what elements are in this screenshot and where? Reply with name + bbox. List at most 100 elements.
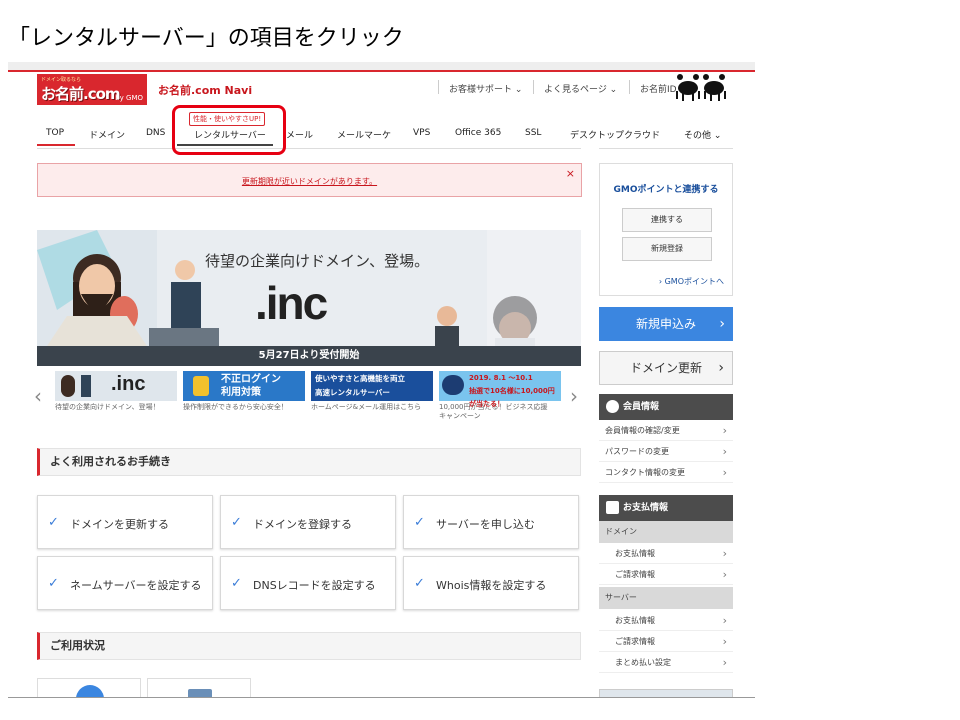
payment-item[interactable]: お支払情報 › — [599, 543, 733, 564]
procedure-label: Whois情報を設定する — [436, 579, 547, 592]
logo-gmo: by GMO — [115, 94, 143, 102]
divider — [629, 80, 630, 94]
slide-title: 「レンタルサーバー」の項目をクリック — [8, 26, 404, 51]
frequent-procedures-heading: よく利用されるお手続き — [37, 448, 581, 476]
new-application-button[interactable]: 新規申込み › — [599, 307, 733, 341]
frequent-pages-menu[interactable]: よく見るページ ⌄ — [544, 82, 617, 95]
thumb-rental-server[interactable]: 使いやすさと高機能を両立 高速レンタルサーバー ホームページ&メール運用はこちら — [311, 371, 433, 412]
thumb-login-caption: 操作制限ができるから安心安全！ — [183, 403, 288, 411]
usage-status-heading: ご利用状況 — [37, 632, 581, 660]
check-icon: ✓ — [231, 515, 242, 530]
nav-active-indicator — [37, 144, 75, 146]
domain-renewal-button[interactable]: ドメイン更新 › — [599, 351, 733, 385]
chevron-right-icon: › — [722, 424, 727, 437]
banner-carousel: .inc 待望の企業向けドメイン、登場！ 不正ログイン 利用対策 操作制限ができ… — [37, 371, 581, 431]
procedure-register-domain[interactable]: ✓ ドメインを登録する — [220, 495, 396, 549]
gmo-register-button[interactable]: 新規登録 — [622, 237, 712, 261]
payment-item[interactable]: お支払情報 › — [599, 610, 733, 631]
thumb-campaign[interactable]: 2019. 8.1 〜10.1 抽選で10名様に10,000円が当たる！ 10,… — [439, 371, 561, 421]
nav-other[interactable]: その他 ⌄ — [684, 128, 721, 141]
member-item-label: パスワードの変更 — [605, 447, 669, 456]
procedure-label: ネームサーバーを設定する — [70, 579, 202, 592]
gmo-point-link[interactable]: › GMOポイントへ — [659, 276, 724, 287]
nav-domain[interactable]: ドメイン — [89, 128, 125, 141]
nav-mail-marketing[interactable]: メールマーケ — [337, 128, 391, 141]
nav-ssl[interactable]: SSL — [525, 128, 541, 138]
procedure-set-nameserver[interactable]: ✓ ネームサーバーを設定する — [37, 556, 213, 610]
check-icon: ✓ — [48, 576, 59, 591]
procedure-label: ドメインを更新する — [70, 518, 169, 531]
payment-item[interactable]: まとめ払い設定 › — [599, 652, 733, 673]
navi-title: お名前.com Navi — [158, 84, 253, 97]
nav-vps[interactable]: VPS — [413, 128, 430, 138]
nav-top[interactable]: TOP — [46, 128, 64, 138]
support-menu[interactable]: お客様サポート ⌄ — [449, 82, 522, 95]
domain-renewal-label: ドメイン更新 — [629, 361, 702, 375]
chevron-right-icon: › — [722, 466, 727, 479]
payment-item-label: まとめ払い設定 — [615, 658, 671, 667]
check-icon: ✓ — [414, 515, 425, 530]
chevron-right-icon: › — [722, 445, 727, 458]
thumb-inc[interactable]: .inc 待望の企業向けドメイン、登場！ — [55, 371, 177, 412]
chevron-right-icon: › — [719, 316, 725, 332]
procedure-apply-server[interactable]: ✓ サーバーを申し込む — [403, 495, 579, 549]
member-item-label: 会員情報の確認/変更 — [605, 426, 680, 435]
member-info-heading: 会員情報 — [599, 394, 733, 420]
chevron-right-icon: › — [722, 547, 727, 560]
gmo-link-button[interactable]: 連携する — [622, 208, 712, 232]
payment-server-label: サーバー — [599, 587, 733, 609]
payment-item-label: ご請求情報 — [615, 570, 655, 579]
new-application-label: 新規申込み — [635, 317, 696, 331]
payment-item[interactable]: ご請求情報 › — [599, 631, 733, 652]
nav-dns[interactable]: DNS — [146, 128, 165, 138]
carousel-next-icon[interactable]: › — [570, 384, 578, 408]
procedure-label: DNSレコードを設定する — [253, 579, 376, 592]
procedure-label: ドメインを登録する — [253, 518, 352, 531]
divider — [533, 80, 534, 94]
member-item[interactable]: コンタクト情報の変更 › — [599, 462, 733, 483]
hero-banner[interactable]: 待望の企業向けドメイン、登場。 .inc 5月27日より受付開始 — [37, 230, 581, 366]
procedure-set-whois[interactable]: ✓ Whois情報を設定する — [403, 556, 579, 610]
nav-mail[interactable]: メール — [286, 128, 313, 141]
member-item-label: コンタクト情報の変更 — [605, 468, 685, 477]
usage-card-icon — [188, 689, 212, 697]
browser-screenshot: ドメイン取るなら お名前.com by GMO お名前.com Navi お客様… — [8, 62, 755, 698]
chevron-right-icon: › — [718, 360, 724, 376]
thumb-campaign-label: 2019. 8.1 〜10.1 抽選で10名様に10,000円が当たる！ — [469, 374, 555, 408]
payment-item-label: お支払情報 — [615, 616, 655, 625]
click-target-highlight — [172, 105, 286, 155]
close-icon[interactable]: × — [566, 167, 575, 180]
procedure-set-dns-record[interactable]: ✓ DNSレコードを設定する — [220, 556, 396, 610]
member-info-title: 会員情報 — [623, 402, 660, 412]
member-item[interactable]: 会員情報の確認/変更 › — [599, 420, 733, 441]
procedure-renew-domain[interactable]: ✓ ドメインを更新する — [37, 495, 213, 549]
sidebar-banner[interactable] — [599, 689, 733, 697]
payment-domain-label: ドメイン — [599, 521, 733, 543]
thumb-login-protection[interactable]: 不正ログイン 利用対策 操作制限ができるから安心安全！ — [183, 371, 305, 412]
payment-info-heading: お支払情報 — [599, 495, 733, 521]
usage-card-icon — [76, 685, 104, 697]
thumb-inc-label: .inc — [111, 373, 146, 395]
check-icon: ✓ — [231, 576, 242, 591]
nav-office365[interactable]: Office 365 — [455, 128, 501, 138]
usage-card[interactable] — [37, 678, 141, 697]
gmo-point-title: GMOポイントと連携する — [613, 185, 719, 195]
user-icon — [606, 400, 619, 413]
divider — [438, 80, 439, 94]
banner-footer: 5月27日より受付開始 — [37, 346, 581, 366]
usage-card[interactable] — [147, 678, 251, 697]
chevron-right-icon: › — [722, 656, 727, 669]
carousel-prev-icon[interactable]: ‹ — [34, 384, 42, 408]
banner-copy: 待望の企業向けドメイン、登場。 — [205, 252, 430, 270]
check-icon: ✓ — [48, 515, 59, 530]
chevron-right-icon: › — [722, 614, 727, 627]
payment-item[interactable]: ご請求情報 › — [599, 564, 733, 585]
logo-tagline: ドメイン取るなら — [41, 77, 82, 83]
renewal-alert-link[interactable]: 更新期限が近いドメインがあります。 — [38, 176, 581, 187]
site-logo[interactable]: ドメイン取るなら お名前.com by GMO — [37, 74, 147, 105]
thumb-rental-label: 使いやすさと高機能を両立 高速レンタルサーバー — [315, 374, 405, 397]
thumb-rental-caption: ホームページ&メール運用はこちら — [311, 403, 422, 411]
nav-desktop-cloud[interactable]: デスクトップクラウド — [570, 128, 660, 141]
divider — [599, 148, 733, 149]
member-item[interactable]: パスワードの変更 › — [599, 441, 733, 462]
